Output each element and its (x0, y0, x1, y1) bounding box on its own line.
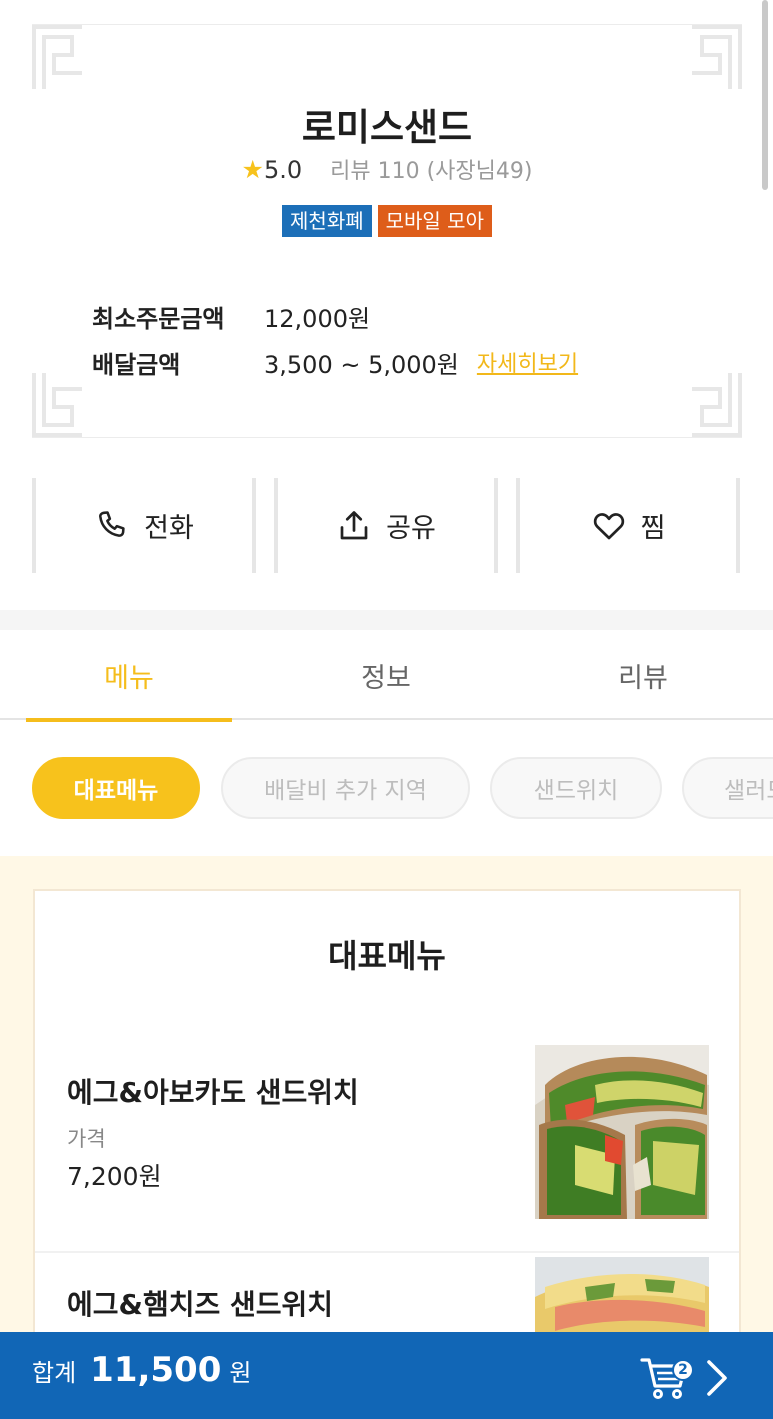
tab-menu[interactable]: 메뉴 (26, 630, 232, 722)
section-title: 대표메뉴 (328, 937, 446, 975)
badge-mobile-moa: 모바일 모아 (377, 205, 492, 237)
delivery-fee-row: 배달금액 3,500 ~ 5,000원 자세히보기 (92, 339, 578, 385)
chip-signature-menu[interactable]: 대표메뉴 (32, 757, 200, 819)
section-divider (0, 610, 773, 630)
menu-item-photo (535, 1045, 709, 1219)
tab-review[interactable]: 리뷰 (540, 630, 746, 720)
menu-item-price: 7,200원 (67, 1162, 162, 1191)
share-button[interactable]: 공유 (274, 478, 498, 573)
favorite-label: 찜 (640, 513, 666, 544)
menu-item-name: 에그&아보카도 샌드위치 (67, 1076, 359, 1109)
ornament-corner-icon (32, 371, 84, 437)
ornament-corner-icon (690, 371, 742, 437)
rating-value: 5.0 (263, 156, 303, 184)
call-button[interactable]: 전화 (32, 478, 256, 573)
rating-row: ★5.0 리뷰 110 (사장님49) (32, 153, 742, 185)
cart-total-label: 합계 (32, 1359, 77, 1387)
favorite-button[interactable]: 찜 (516, 478, 740, 573)
badge-local-currency: 제천화폐 (282, 205, 372, 237)
review-count[interactable]: 리뷰 110 (사장님49) (330, 159, 532, 184)
cart-total-unit: 원 (229, 1359, 252, 1387)
min-order-label: 최소주문금액 (92, 304, 225, 333)
ornament-corner-icon (32, 25, 84, 91)
store-tabs: 메뉴 정보 리뷰 (0, 630, 773, 722)
ornament-corner-icon (690, 25, 742, 91)
cart-count-badge: 2 (672, 1359, 694, 1381)
chip-salad[interactable]: 샐러드 (682, 757, 773, 819)
tab-info[interactable]: 정보 (283, 630, 489, 720)
min-order-value: 12,000원 (264, 304, 371, 333)
call-label: 전화 (144, 513, 194, 544)
menu-item-name: 에그&햄치즈 샌드위치 (67, 1288, 334, 1321)
heart-icon (593, 512, 624, 539)
store-info-card: 로미스샌드 ★5.0 리뷰 110 (사장님49) 제천화폐 모바일 모아 최소주… (32, 24, 742, 438)
star-icon: ★ (241, 155, 264, 184)
order-info: 최소주문금액 12,000원 배달금액 3,500 ~ 5,000원 자세히보기 (92, 293, 578, 385)
scrollbar[interactable] (762, 0, 768, 190)
menu-item[interactable]: 에그&아보카도 샌드위치 가격 7,200원 (35, 1041, 739, 1253)
chip-sandwich[interactable]: 샌드위치 (490, 757, 662, 819)
min-order-row: 최소주문금액 12,000원 (92, 293, 578, 339)
category-chips: 대표메뉴 배달비 추가 지역 샌드위치 샐러드 (0, 720, 773, 856)
cart-total-amount: 11,500 (90, 1350, 222, 1390)
cart-bar[interactable]: 합계 11,500 원 (0, 1332, 773, 1419)
cart-total: 합계 11,500 원 (32, 1350, 251, 1390)
payment-badges: 제천화폐 모바일 모아 (32, 205, 742, 237)
store-name: 로미스샌드 (301, 106, 473, 149)
delivery-detail-link[interactable]: 자세히보기 (477, 346, 578, 378)
store-actions: 전화 공유 찜 (32, 478, 742, 573)
delivery-fee-value: 3,500 ~ 5,000원 (264, 350, 459, 379)
menu-item-price-label: 가격 (67, 1127, 106, 1151)
chevron-right-icon[interactable] (704, 1358, 730, 1398)
share-icon (340, 510, 368, 539)
delivery-fee-label: 배달금액 (92, 350, 181, 379)
share-label: 공유 (386, 513, 436, 544)
chip-extra-delivery-area[interactable]: 배달비 추가 지역 (221, 757, 470, 819)
phone-icon (99, 510, 125, 537)
